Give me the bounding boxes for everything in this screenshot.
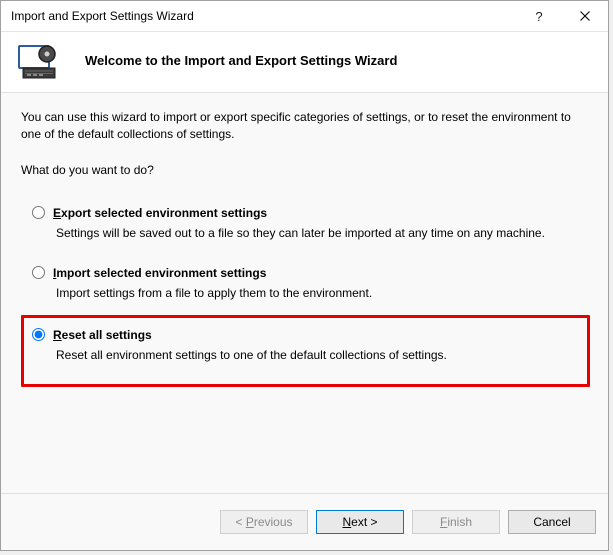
- option-import: Import selected environment settings Imp…: [24, 258, 587, 318]
- option-reset-label: Reset all settings: [53, 328, 152, 342]
- finish-button: Finish: [412, 510, 500, 534]
- option-reset-row[interactable]: Reset all settings: [30, 328, 581, 342]
- option-import-label: Import selected environment settings: [53, 266, 266, 280]
- wizard-heading: Welcome to the Import and Export Setting…: [85, 53, 397, 68]
- intro-text: You can use this wizard to import or exp…: [21, 109, 590, 143]
- next-button[interactable]: Next >: [316, 510, 404, 534]
- titlebar: Import and Export Settings Wizard ?: [1, 1, 608, 32]
- option-export-row[interactable]: Export selected environment settings: [30, 206, 581, 220]
- option-export-desc: Settings will be saved out to a file so …: [56, 226, 581, 240]
- radio-reset[interactable]: [32, 328, 45, 341]
- wizard-footer: < Previous Next > Finish Cancel: [1, 493, 608, 550]
- wizard-icon: [17, 44, 67, 76]
- radio-export[interactable]: [32, 206, 45, 219]
- option-import-row[interactable]: Import selected environment settings: [30, 266, 581, 280]
- close-button[interactable]: [562, 1, 608, 31]
- window-title: Import and Export Settings Wizard: [1, 9, 516, 23]
- cancel-button[interactable]: Cancel: [508, 510, 596, 534]
- close-icon: [580, 11, 590, 21]
- option-export-label: Export selected environment settings: [53, 206, 267, 220]
- option-import-desc: Import settings from a file to apply the…: [56, 286, 581, 300]
- radio-import[interactable]: [32, 266, 45, 279]
- option-reset-desc: Reset all environment settings to one of…: [56, 348, 581, 362]
- prompt-text: What do you want to do?: [21, 163, 590, 177]
- wizard-body: You can use this wizard to import or exp…: [1, 92, 608, 493]
- option-reset: Reset all settings Reset all environment…: [21, 315, 590, 387]
- wizard-window: Import and Export Settings Wizard ? We: [0, 0, 609, 551]
- help-button[interactable]: ?: [516, 1, 562, 31]
- option-export: Export selected environment settings Set…: [24, 198, 587, 258]
- option-list: Export selected environment settings Set…: [21, 195, 590, 390]
- previous-button: < Previous: [220, 510, 308, 534]
- wizard-header: Welcome to the Import and Export Setting…: [1, 32, 608, 92]
